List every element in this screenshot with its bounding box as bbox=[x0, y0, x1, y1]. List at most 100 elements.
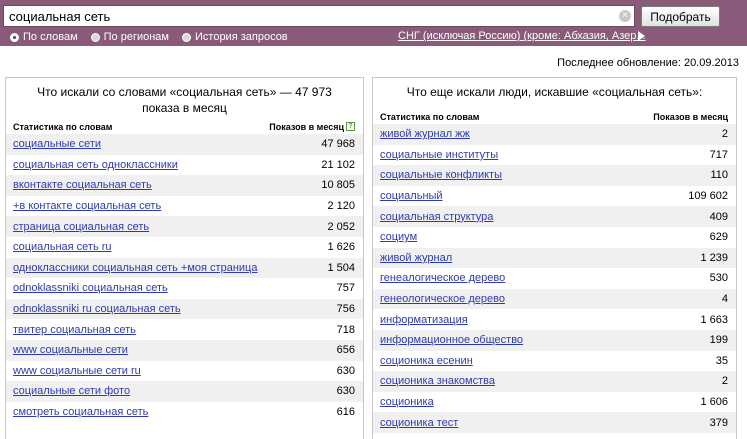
last-updated-text: Последнее обновление: 20.09.2013 bbox=[557, 57, 739, 69]
keyword-link[interactable]: odnoklassniki социальная сеть bbox=[13, 282, 168, 294]
table-row: твитер социальная сеть 718 bbox=[6, 319, 363, 340]
radio-label: По регионам bbox=[103, 31, 169, 43]
impressions-count: 35 bbox=[715, 354, 728, 367]
table-row: социум 629 bbox=[373, 227, 736, 248]
radio-by-words[interactable]: По словам bbox=[10, 31, 78, 43]
keyword-link[interactable]: социальные институты bbox=[380, 149, 498, 161]
keyword-link[interactable]: соционика есенин bbox=[380, 355, 473, 367]
keyword-link[interactable]: соционика bbox=[380, 396, 434, 408]
impressions-count: 109 602 bbox=[688, 190, 728, 203]
table-row: генеологическое дерево 4 bbox=[373, 288, 736, 310]
keyword-link[interactable]: odnoklassniki ru социальная сеть bbox=[13, 303, 181, 315]
keyword-link[interactable]: генеалогическое дерево bbox=[380, 272, 505, 284]
keyword-link[interactable]: смотреть социальная сеть bbox=[13, 406, 148, 418]
keyword-link[interactable]: www социальные сети ru bbox=[13, 365, 141, 377]
keyword-link[interactable]: соционика тест bbox=[380, 417, 458, 429]
keyword-link[interactable]: страница социальная сеть bbox=[13, 221, 149, 233]
keyword-link[interactable]: твитер социальная сеть bbox=[13, 324, 136, 336]
left-panel-title: Что искали со словами «социальная сеть» … bbox=[37, 85, 332, 115]
impressions-count: 379 bbox=[709, 416, 728, 429]
keyword-link[interactable]: www социальные сети bbox=[13, 344, 128, 356]
column-header-phrase: Статистика по словам bbox=[13, 122, 113, 132]
impressions-count: 717 bbox=[709, 148, 728, 161]
impressions-count: 47 968 bbox=[321, 138, 355, 151]
keyword-link[interactable]: одноклассники социальная сеть +моя стран… bbox=[13, 262, 257, 274]
impressions-count: 2 bbox=[721, 375, 728, 388]
keyword-link[interactable]: социальные сети фото bbox=[13, 385, 130, 397]
column-header-count: Показов в месяц bbox=[653, 112, 728, 122]
table-row: информационное общество 199 bbox=[373, 329, 736, 351]
left-table-header: Статистика по словам Показов в месяц? bbox=[6, 120, 363, 134]
triangle-right-icon[interactable] bbox=[638, 31, 645, 41]
impressions-count: 530 bbox=[709, 272, 728, 285]
impressions-count: 2 052 bbox=[327, 220, 355, 233]
clear-icon[interactable]: × bbox=[619, 10, 631, 22]
table-row: odnoklassniki ru социальная сеть 756 bbox=[6, 298, 363, 320]
keyword-link[interactable]: информатизация bbox=[380, 314, 468, 326]
radio-by-regions[interactable]: По регионам bbox=[90, 31, 169, 43]
table-row: социальная сеть одноклассники 21 102 bbox=[6, 155, 363, 176]
keyword-link[interactable]: социальные сети bbox=[13, 138, 101, 150]
radio-query-history[interactable]: История запросов bbox=[182, 31, 288, 43]
table-row: +в контакте социальная сеть 2 120 bbox=[6, 196, 363, 217]
keyword-link[interactable]: социальный bbox=[380, 190, 443, 202]
region-selector[interactable]: СНГ (исключая Россию) (кроме: Абхазия, А… bbox=[398, 30, 646, 42]
table-row: генеалогическое дерево 530 bbox=[373, 268, 736, 289]
left-table-body: социальные сети 47 968 социальная сеть одн… bbox=[6, 134, 363, 422]
impressions-count: 1 663 bbox=[700, 313, 728, 326]
help-icon[interactable]: ? bbox=[346, 122, 355, 131]
right-panel: Что еще искали люди, искавшие «социальна… bbox=[372, 77, 737, 439]
submit-button[interactable]: Подобрать bbox=[641, 6, 720, 27]
table-row: соционика знакомства 2 bbox=[373, 371, 736, 392]
keyword-link[interactable]: социальная сеть ru bbox=[13, 241, 112, 253]
keyword-link[interactable]: +в контакте социальная сеть bbox=[13, 200, 161, 212]
keyword-link[interactable]: социальная сеть одноклассники bbox=[13, 159, 178, 171]
impressions-count: 616 bbox=[336, 406, 355, 419]
radio-label: История запросов bbox=[195, 31, 288, 43]
impressions-count: 630 bbox=[336, 364, 355, 377]
table-row: социальные сети фото 630 bbox=[6, 381, 363, 402]
table-row: соционика есенин 35 bbox=[373, 351, 736, 372]
impressions-count: 718 bbox=[336, 323, 355, 336]
keyword-link[interactable]: соционика знакомства bbox=[380, 375, 495, 387]
table-row: социальная сеть ru 1 626 bbox=[6, 237, 363, 258]
table-row: социальные конфликты 110 bbox=[373, 165, 736, 186]
table-row: страница социальная сеть 2 052 bbox=[6, 216, 363, 237]
impressions-count: 1 239 bbox=[700, 251, 728, 264]
impressions-count: 10 805 bbox=[321, 179, 355, 192]
keyword-link[interactable]: информационное общество bbox=[380, 334, 523, 346]
keyword-link[interactable]: живой журнал жж bbox=[380, 128, 470, 140]
impressions-count: 199 bbox=[709, 334, 728, 347]
table-row: соционика 1 606 bbox=[373, 392, 736, 413]
table-row: социальные сети 47 968 bbox=[6, 134, 363, 155]
table-row: www социальные сети 656 bbox=[6, 339, 363, 361]
impressions-count: 630 bbox=[336, 385, 355, 398]
keyword-link[interactable]: социальная структура bbox=[380, 211, 493, 223]
impressions-count: 110 bbox=[710, 169, 728, 182]
left-panel: Что искали со словами «социальная сеть» … bbox=[5, 77, 364, 439]
table-row: информатизация 1 663 bbox=[373, 309, 736, 330]
keyword-link[interactable]: генеологическое дерево bbox=[380, 293, 505, 305]
right-panel-title: Что еще искали люди, искавшие «социальна… bbox=[406, 85, 703, 99]
column-header-phrase: Статистика по словам bbox=[380, 112, 480, 122]
radio-unchecked-icon[interactable] bbox=[182, 32, 191, 42]
impressions-count: 21 102 bbox=[321, 158, 355, 171]
impressions-count: 4 bbox=[721, 293, 728, 306]
table-row: смотреть социальная сеть 616 bbox=[6, 402, 363, 423]
radio-checked-icon[interactable] bbox=[10, 32, 19, 42]
table-row: вконтакте социальная сеть 10 805 bbox=[6, 175, 363, 196]
impressions-count: 629 bbox=[709, 231, 728, 244]
table-row: живой журнал жж 2 bbox=[373, 124, 736, 145]
keyword-link[interactable]: вконтакте социальная сеть bbox=[13, 179, 152, 191]
search-mode-radio-group: По словам По регионам История запросов bbox=[10, 30, 301, 44]
radio-unchecked-icon[interactable] bbox=[90, 32, 100, 42]
impressions-count: 1 504 bbox=[327, 261, 355, 274]
table-row: одноклассники социальная сеть +моя стран… bbox=[6, 257, 363, 279]
search-input[interactable] bbox=[3, 5, 635, 27]
keyword-link[interactable]: социум bbox=[380, 231, 417, 243]
keyword-link[interactable]: живой журнал bbox=[380, 252, 452, 264]
column-header-count-label: Показов в месяц bbox=[269, 122, 344, 132]
table-row: живой журнал 1 239 bbox=[373, 247, 736, 269]
keyword-link[interactable]: социальные конфликты bbox=[380, 169, 502, 181]
table-row: социальные институты 717 bbox=[373, 145, 736, 166]
